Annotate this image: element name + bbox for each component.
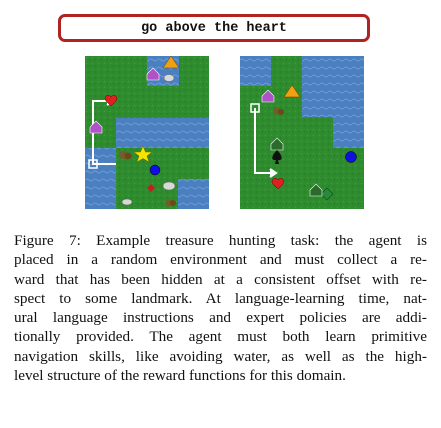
caption-line: placed in a random environment and must … <box>14 251 427 269</box>
caption-line: Figure 7: Example treasure hunting task:… <box>14 232 427 249</box>
circle-icon <box>149 164 161 176</box>
circle-icon <box>345 151 357 163</box>
caption-line: ward that has been hidden at a consisten… <box>14 270 427 288</box>
caption-line: tionally provided. The agent must both l… <box>14 328 427 346</box>
environment-right <box>240 56 364 209</box>
bush-icon <box>165 199 176 207</box>
caption-line: spect to some landmark. At language-lear… <box>14 289 427 307</box>
environment-left <box>85 56 209 209</box>
caption-line: ural language instructions and expert po… <box>14 309 427 327</box>
caption-line: navigation skills, like avoiding water, … <box>14 347 427 365</box>
rock-icon <box>162 181 176 191</box>
rock-icon <box>121 198 133 206</box>
rock-icon <box>163 74 175 82</box>
water-region <box>116 118 209 148</box>
caption-line: level structure of the reward functions … <box>14 367 346 385</box>
instruction-text: go above the heart <box>141 20 287 36</box>
figure-caption: Figure 7: Example treasure hunting task:… <box>14 231 427 385</box>
instruction-box: go above the heart <box>58 14 370 42</box>
